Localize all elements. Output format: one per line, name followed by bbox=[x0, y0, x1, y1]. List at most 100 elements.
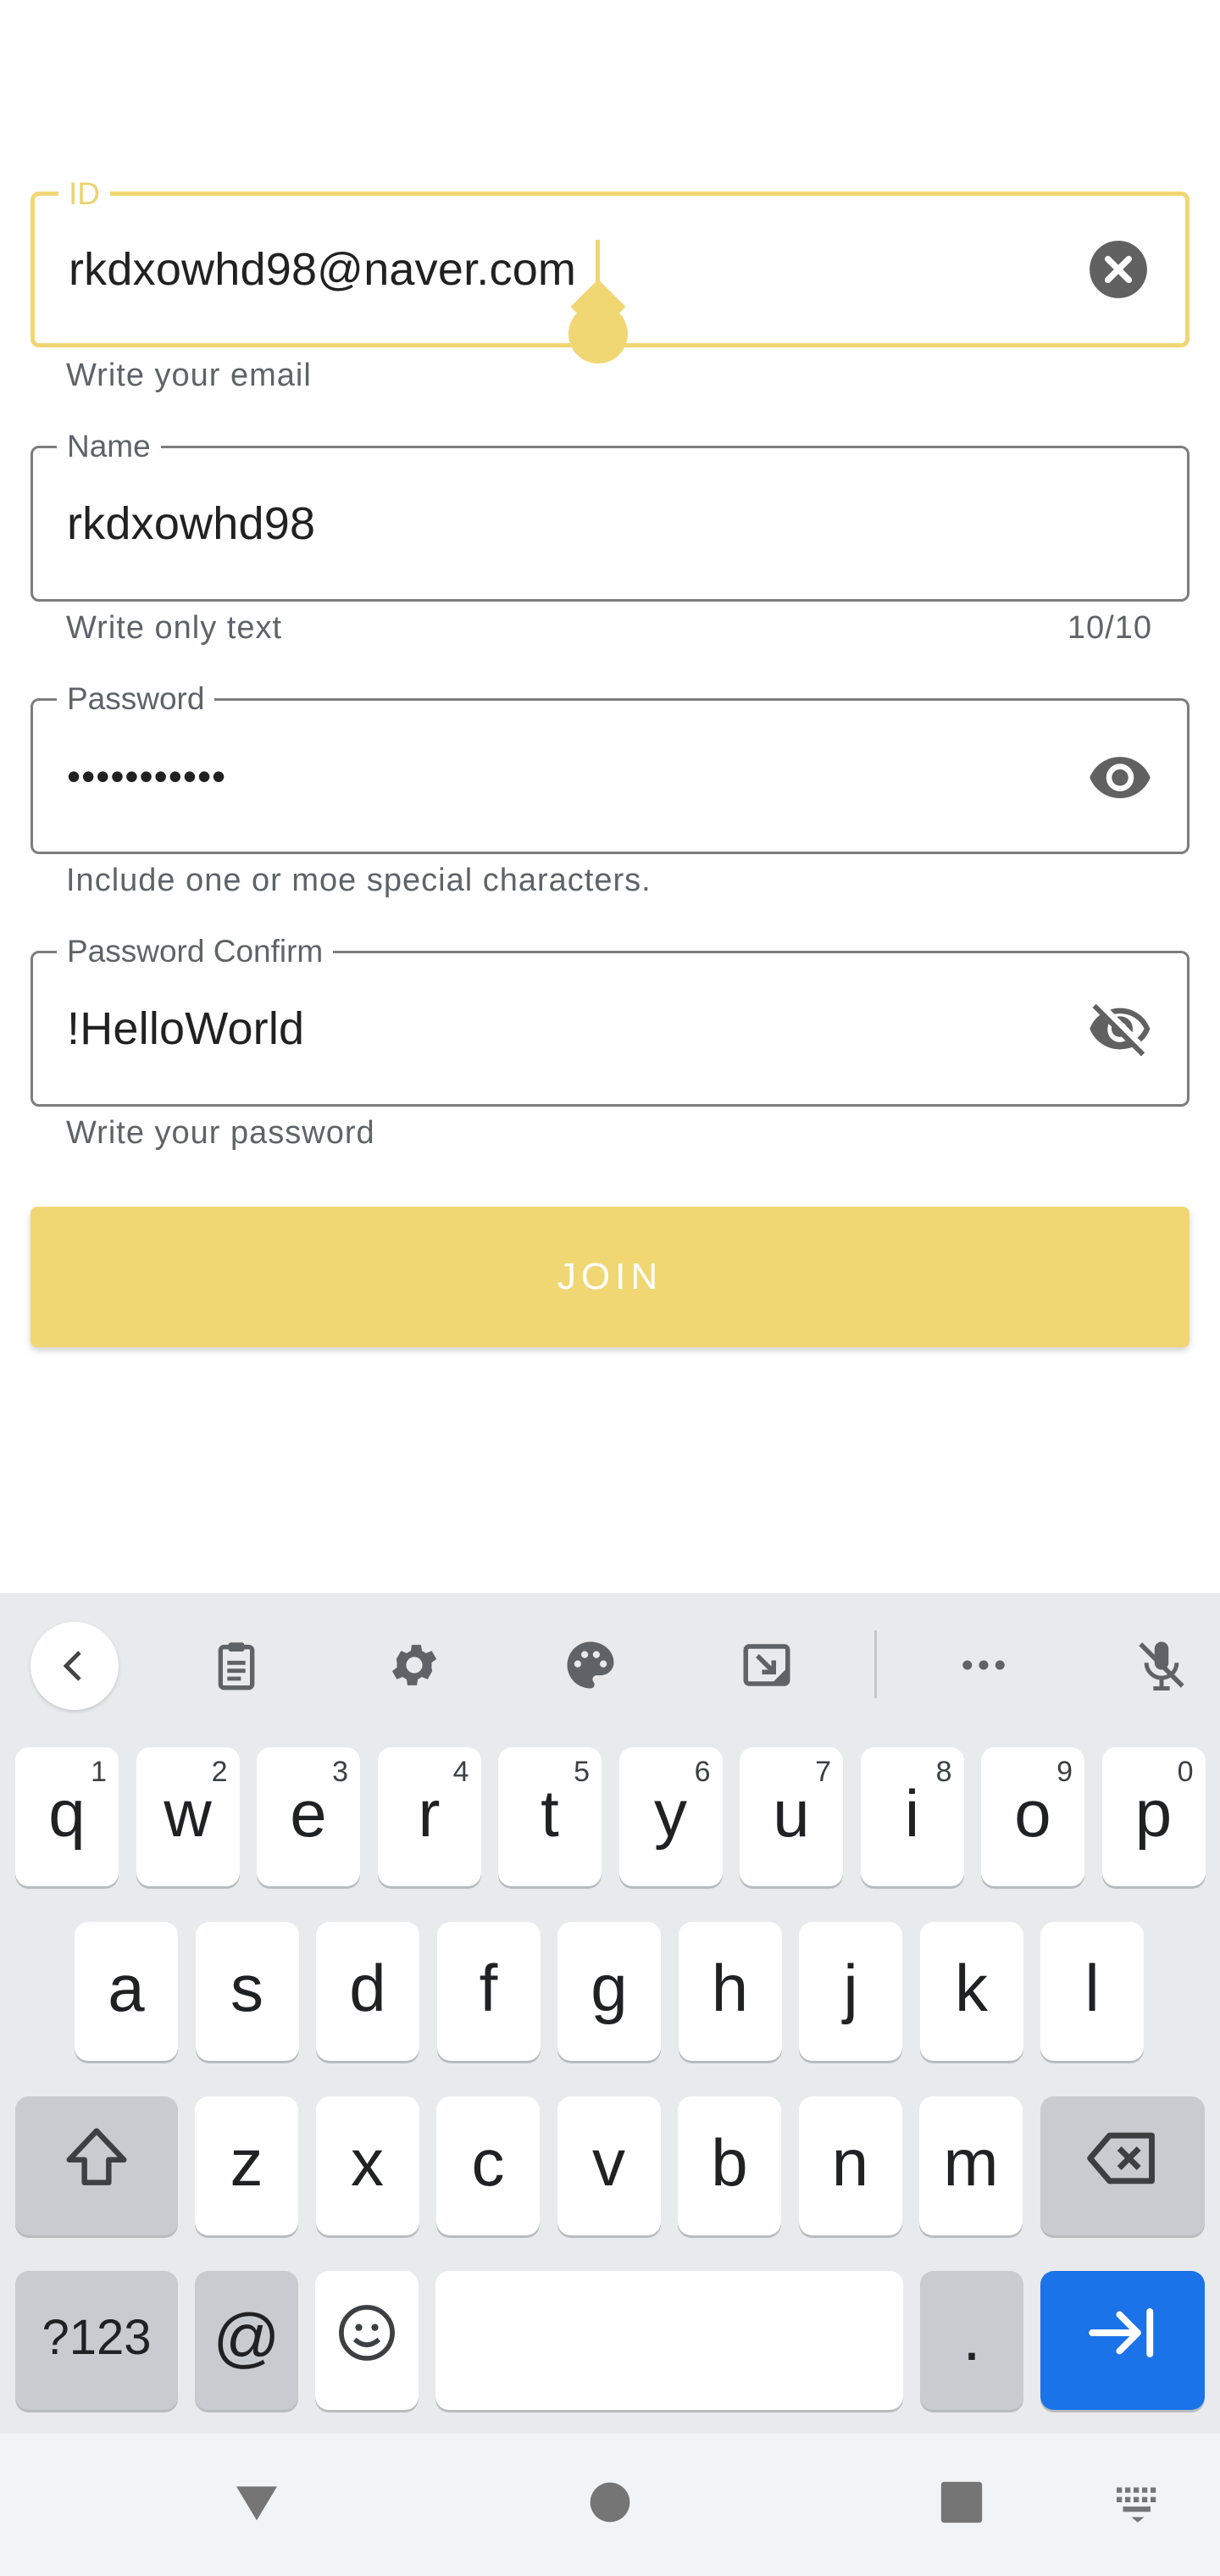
key-label: a bbox=[108, 1950, 145, 2025]
space-key[interactable] bbox=[435, 2271, 903, 2410]
backspace-key[interactable] bbox=[1040, 2096, 1205, 2235]
shift-icon bbox=[60, 2122, 133, 2211]
key-hint: 6 bbox=[694, 1756, 711, 1788]
key-x[interactable]: x bbox=[315, 2096, 419, 2235]
key-label: q bbox=[48, 1775, 86, 1851]
key-m[interactable]: m bbox=[919, 2096, 1023, 2235]
join-button[interactable]: JOIN bbox=[30, 1207, 1190, 1347]
symbols-key[interactable]: ?123 bbox=[15, 2271, 178, 2410]
key-label: e bbox=[290, 1775, 327, 1851]
password-confirm-field-label: Password Confirm bbox=[57, 935, 334, 969]
emoji-icon bbox=[335, 2301, 399, 2381]
key-i[interactable]: i8 bbox=[860, 1747, 964, 1886]
key-s[interactable]: s bbox=[195, 1922, 299, 2061]
key-q[interactable]: q1 bbox=[15, 1747, 119, 1886]
key-label: c bbox=[471, 2124, 505, 2200]
clear-circle-icon[interactable] bbox=[1085, 236, 1151, 303]
settings-icon[interactable] bbox=[376, 1627, 452, 1703]
key-hint: 7 bbox=[815, 1756, 831, 1788]
key-label: u bbox=[773, 1775, 810, 1851]
key-label: d bbox=[349, 1950, 386, 2025]
password-confirm-field[interactable]: Password Confirm !HelloWorld bbox=[30, 935, 1190, 1107]
id-field-value[interactable]: rkdxowhd98@naver.com bbox=[69, 243, 576, 296]
key-r[interactable]: r4 bbox=[377, 1747, 481, 1886]
password-field-helper: Include one or moe special characters. bbox=[66, 863, 652, 898]
back-triangle-icon[interactable] bbox=[219, 2464, 295, 2540]
key-b[interactable]: b bbox=[678, 2096, 781, 2235]
name-field-value[interactable]: rkdxowhd98 bbox=[67, 497, 315, 550]
key-hint: 0 bbox=[1177, 1756, 1194, 1788]
period-key-label: . bbox=[962, 2299, 981, 2374]
key-label: l bbox=[1084, 1950, 1100, 2025]
cursor-handle[interactable] bbox=[568, 304, 628, 364]
key-label: n bbox=[831, 2124, 869, 2200]
name-field-counter: 10/10 bbox=[1067, 610, 1152, 646]
key-l[interactable]: l bbox=[1040, 1922, 1144, 2061]
key-label: w bbox=[164, 1775, 212, 1851]
password-field-label: Password bbox=[57, 682, 215, 716]
key-k[interactable]: k bbox=[919, 1922, 1023, 2061]
key-label: z bbox=[230, 2124, 263, 2200]
key-label: s bbox=[230, 1950, 263, 2025]
toolbar-divider bbox=[874, 1630, 877, 1698]
key-f[interactable]: f bbox=[436, 1922, 541, 2061]
key-h[interactable]: h bbox=[678, 1922, 782, 2061]
key-hint: 9 bbox=[1056, 1756, 1073, 1788]
home-circle-icon[interactable] bbox=[572, 2464, 648, 2540]
key-label: j bbox=[843, 1950, 858, 2025]
eye-off-icon[interactable] bbox=[1087, 996, 1153, 1062]
id-field-helper: Write your email bbox=[66, 358, 312, 393]
eye-icon[interactable] bbox=[1087, 743, 1153, 809]
id-field[interactable]: ID rkdxowhd98@naver.com bbox=[30, 177, 1190, 364]
key-e[interactable]: e3 bbox=[257, 1747, 360, 1886]
key-o[interactable]: o9 bbox=[981, 1747, 1084, 1886]
key-v[interactable]: v bbox=[557, 2096, 661, 2235]
palette-icon[interactable] bbox=[552, 1627, 629, 1703]
backspace-icon bbox=[1084, 2119, 1162, 2213]
name-field-helper: Write only text bbox=[66, 610, 283, 646]
key-w[interactable]: w2 bbox=[136, 1747, 240, 1886]
key-label: g bbox=[591, 1950, 628, 2025]
key-t[interactable]: t5 bbox=[498, 1747, 602, 1886]
password-field-value[interactable]: ••••••••••• bbox=[67, 753, 226, 799]
resize-icon[interactable] bbox=[729, 1627, 805, 1703]
key-c[interactable]: c bbox=[436, 2096, 540, 2235]
key-hint: 3 bbox=[332, 1756, 348, 1788]
emoji-key[interactable] bbox=[315, 2271, 419, 2410]
password-confirm-field-value[interactable]: !HelloWorld bbox=[67, 1002, 304, 1055]
key-y[interactable]: y6 bbox=[618, 1747, 723, 1886]
key-label: h bbox=[711, 1950, 749, 2025]
at-key[interactable]: @ bbox=[195, 2271, 298, 2410]
key-label: v bbox=[592, 2124, 625, 2200]
at-key-label: @ bbox=[213, 2299, 280, 2374]
keyboard-switch-icon[interactable] bbox=[1100, 2464, 1176, 2540]
key-label: y bbox=[654, 1775, 687, 1851]
next-field-key[interactable] bbox=[1040, 2271, 1205, 2410]
mic-off-icon[interactable] bbox=[1123, 1627, 1200, 1703]
key-u[interactable]: u7 bbox=[740, 1747, 843, 1886]
key-label: x bbox=[351, 2124, 384, 2200]
shift-key[interactable] bbox=[15, 2096, 178, 2235]
key-g[interactable]: g bbox=[557, 1922, 661, 2061]
system-nav-bar bbox=[0, 2434, 1220, 2576]
id-field-label: ID bbox=[58, 177, 110, 211]
key-p[interactable]: p0 bbox=[1101, 1747, 1206, 1886]
name-field[interactable]: Name rkdxowhd98 bbox=[30, 430, 1190, 602]
name-field-label: Name bbox=[57, 430, 161, 464]
clipboard-icon[interactable] bbox=[198, 1627, 274, 1703]
key-a[interactable]: a bbox=[75, 1922, 178, 2061]
period-key[interactable]: . bbox=[920, 2271, 1023, 2410]
soft-keyboard: q1w2e3r4t5y6u7i8o9p0 asdfghjkl zxcvbnm ?… bbox=[0, 1593, 1220, 2434]
password-field[interactable]: Password ••••••••••• bbox=[30, 682, 1190, 854]
key-label: m bbox=[943, 2124, 999, 2200]
keyboard-toolbar bbox=[0, 1593, 1220, 1729]
back-icon[interactable] bbox=[30, 1622, 119, 1710]
key-label: r bbox=[418, 1775, 441, 1851]
key-label: t bbox=[541, 1775, 559, 1851]
key-d[interactable]: d bbox=[316, 1922, 419, 2061]
key-z[interactable]: z bbox=[195, 2096, 298, 2235]
key-n[interactable]: n bbox=[798, 2096, 902, 2235]
recents-square-icon[interactable] bbox=[923, 2464, 1000, 2540]
key-j[interactable]: j bbox=[799, 1922, 902, 2061]
more-icon[interactable] bbox=[946, 1627, 1022, 1703]
